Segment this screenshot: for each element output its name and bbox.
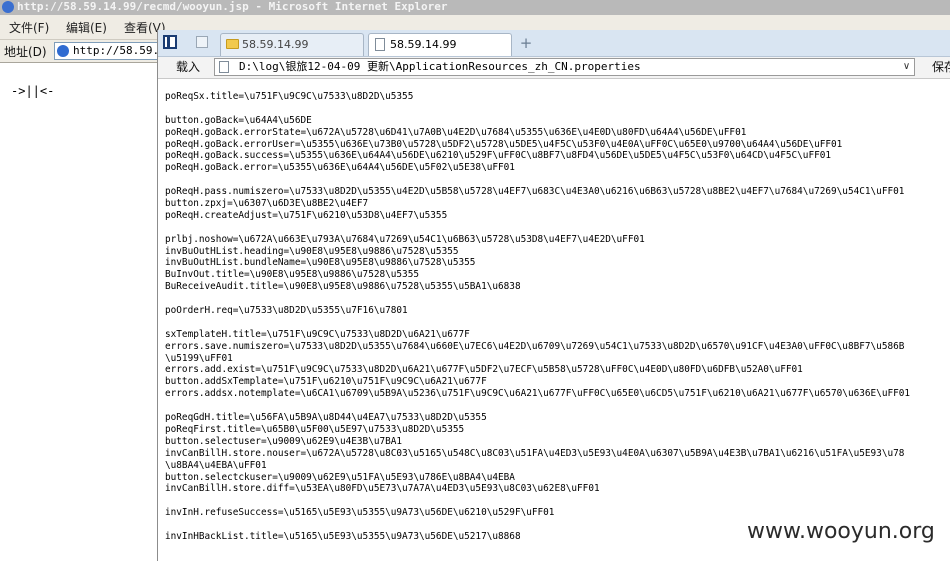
property-line: errors.addsx.notemplate=\u6CA1\u6709\u5B…: [165, 388, 911, 400]
tab-label: 58.59.14.99: [242, 38, 309, 51]
property-line: \u5199\uFF01: [165, 352, 233, 364]
new-tab-button[interactable]: +: [518, 33, 534, 53]
tab-bar: 58.59.14.99 58.59.14.99 +: [158, 30, 950, 57]
property-line: poReqSx.title=\u751F\u9C9C\u7533\u8D2D\u…: [165, 91, 414, 102]
ie-page-icon: [57, 45, 69, 57]
document-icon: [375, 38, 385, 51]
property-line: poReqGdH.title=\u56FA\u5B9A\u8D44\u4EA7\…: [165, 412, 487, 424]
folder-icon: [226, 39, 239, 49]
tab-folder[interactable]: 58.59.14.99: [220, 33, 364, 56]
property-line: prlbj.noshow=\u672A\u663E\u793A\u7684\u7…: [165, 233, 645, 245]
ie-address-text: http://58.59.1: [73, 44, 166, 57]
ie-page-content: ->||<-: [0, 63, 160, 561]
url-input[interactable]: D:\log\银旅12-04-09 更新\ApplicationResource…: [214, 58, 915, 76]
property-line: invBuOutHList.heading=\u90E8\u95E8\u9886…: [165, 245, 459, 257]
ie-logo-icon: [2, 1, 14, 13]
property-line: button.selectuser=\u9009\u62E9\u4E3B\u7B…: [165, 435, 403, 447]
save-button[interactable]: 保存: [932, 58, 950, 76]
file-viewer-window: 58.59.14.99 58.59.14.99 + 载入 D:\log\银旅12…: [157, 30, 950, 561]
property-line: poReqH.goBack.errorState=\u672A\u5728\u6…: [165, 126, 747, 138]
property-line: poReqH.pass.numiszero=\u7533\u8D2D\u5355…: [165, 186, 905, 198]
property-line: invBuOutHList.bundleName=\u90E8\u95E8\u9…: [165, 257, 476, 269]
blank-page-icon[interactable]: [196, 36, 208, 48]
property-line: invCanBillH.store.nouser=\u672A\u5728\u8…: [165, 447, 905, 459]
property-line: poReqH.goBack.success=\u5355\u636E\u64A4…: [165, 150, 832, 162]
ie-title-bar: http://58.59.14.99/recmd/wooyun.jsp - Mi…: [0, 0, 950, 15]
property-line: \u8BA4\u4EBA\uFF01: [165, 459, 267, 471]
property-line: poReqH.createAdjust=\u751F\u6210\u53D8\u…: [165, 209, 448, 221]
address-label: 地址(D): [4, 45, 47, 59]
ie-window-title: http://58.59.14.99/recmd/wooyun.jsp - Mi…: [17, 0, 448, 13]
url-text: D:\log\银旅12-04-09 更新\ApplicationResource…: [239, 60, 641, 73]
property-line: errors.add.exist=\u751F\u9C9C\u7533\u8D2…: [165, 364, 803, 376]
chevron-down-icon[interactable]: ∨: [898, 58, 915, 76]
property-line: BuReceiveAudit.title=\u90E8\u95E8\u9886\…: [165, 281, 521, 293]
address-toolbar: 载入 D:\log\银旅12-04-09 更新\ApplicationResou…: [158, 57, 950, 79]
property-line: poReqH.goBack.errorUser=\u5355\u636E\u73…: [165, 138, 843, 150]
properties-file-text: poReqSx.title=\u751F\u9C9C\u7533\u8D2D\u…: [165, 91, 950, 543]
property-line: BuInvOut.title=\u90E8\u95E8\u9886\u7528\…: [165, 269, 419, 281]
property-line: poReqH.goBack.error=\u5355\u636E\u64A4\u…: [165, 162, 515, 174]
property-line: invInH.refuseSuccess=\u5165\u5E93\u5355\…: [165, 507, 555, 519]
property-line: poReqFirst.title=\u65B0\u5F00\u5E97\u753…: [165, 423, 465, 435]
property-line: button.addSxTemplate=\u751F\u6210\u751F\…: [165, 376, 487, 388]
load-button[interactable]: 载入: [166, 58, 210, 76]
watermark-text: www.wooyun.org: [745, 519, 937, 544]
menu-file[interactable]: 文件(F): [9, 19, 49, 36]
property-line: invCanBillH.store.diff=\u53EA\u80FD\u5E7…: [165, 483, 600, 495]
tab-label: 58.59.14.99: [390, 38, 457, 51]
file-content-area: poReqSx.title=\u751F\u9C9C\u7533\u8D2D\u…: [158, 79, 950, 561]
ie-page-text: ->||<-: [11, 84, 55, 98]
tab-file-active[interactable]: 58.59.14.99: [368, 33, 512, 56]
property-line: button.goBack=\u64A4\u56DE: [165, 114, 312, 126]
property-line: sxTemplateH.title=\u751F\u9C9C\u7533\u8D…: [165, 328, 470, 340]
property-line: errors.save.numiszero=\u7533\u8D2D\u5355…: [165, 340, 905, 352]
sidebar-toggle-icon[interactable]: [163, 35, 177, 49]
property-line: button.selectckuser=\u9009\u62E9\u51FA\u…: [165, 471, 515, 483]
property-line: poOrderH.req=\u7533\u8D2D\u5355\u7F16\u7…: [165, 305, 408, 317]
file-icon: [219, 61, 229, 73]
menu-edit[interactable]: 编辑(E): [66, 19, 107, 36]
property-line: button.zpxj=\u6307\u6D3E\u8BE2\u4EF7: [165, 198, 369, 210]
